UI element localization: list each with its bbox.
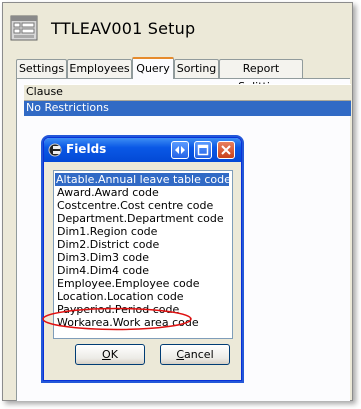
fields-dialog: Fields Altable.Annual leave table code A… (43, 137, 242, 381)
list-item[interactable]: Dim2.District code (56, 238, 160, 251)
window-title: TTLEAV001 Setup (51, 19, 196, 38)
ok-label-rest: K (110, 348, 118, 361)
list-item[interactable]: Workarea.Work area code (56, 316, 200, 329)
maximize-button[interactable] (194, 141, 212, 159)
dialog-titlebar: Fields (44, 138, 241, 162)
window-icon (197, 144, 209, 156)
dialog-title: Fields (66, 142, 107, 156)
clause-header-label: Clause (26, 85, 63, 98)
cancel-button[interactable]: Cancel (160, 344, 230, 365)
clause-column-header[interactable]: Clause (24, 84, 351, 101)
tab-settings[interactable]: Settings (16, 59, 67, 78)
ok-accelerator: O (102, 348, 111, 361)
list-item[interactable]: Department.Department code (56, 212, 225, 225)
fields-listbox[interactable]: Altable.Annual leave table code Award.Aw… (53, 170, 233, 339)
tab-query[interactable]: Query (132, 57, 174, 79)
list-item[interactable]: Dim4.Dim4 code (56, 264, 150, 277)
list-item[interactable]: Dim3.Dim3 code (56, 251, 150, 264)
tab-sorting[interactable]: Sorting (174, 59, 219, 78)
resize-arrows-button[interactable] (171, 141, 189, 159)
close-button[interactable] (217, 141, 235, 159)
list-item[interactable]: Award.Award code (56, 186, 160, 199)
list-item[interactable]: Payperiod.Period code (56, 303, 180, 316)
tab-employees[interactable]: Employees (67, 59, 132, 78)
left-right-arrows-icon (175, 146, 185, 154)
list-item[interactable]: Location.Location code (56, 290, 185, 303)
window-titlebar: TTLEAV001 Setup (3, 3, 352, 53)
cancel-label-rest: ancel (184, 348, 214, 361)
dialog-app-icon (48, 143, 62, 157)
list-item[interactable]: Employee.Employee code (56, 277, 200, 290)
table-row[interactable]: No Restrictions (24, 101, 351, 116)
cancel-accelerator: C (176, 348, 185, 361)
tab-report-splitting[interactable]: Report Splitting (219, 59, 303, 93)
list-item[interactable]: Dim1.Region code (56, 225, 158, 238)
list-item[interactable]: Altable.Annual leave table code (55, 173, 231, 186)
clause-cell: No Restrictions (26, 101, 109, 114)
close-icon (221, 145, 231, 155)
ok-button[interactable]: OK (75, 344, 145, 365)
app-window-icon (9, 12, 41, 44)
list-item[interactable]: Costcentre.Cost centre code (56, 199, 214, 212)
